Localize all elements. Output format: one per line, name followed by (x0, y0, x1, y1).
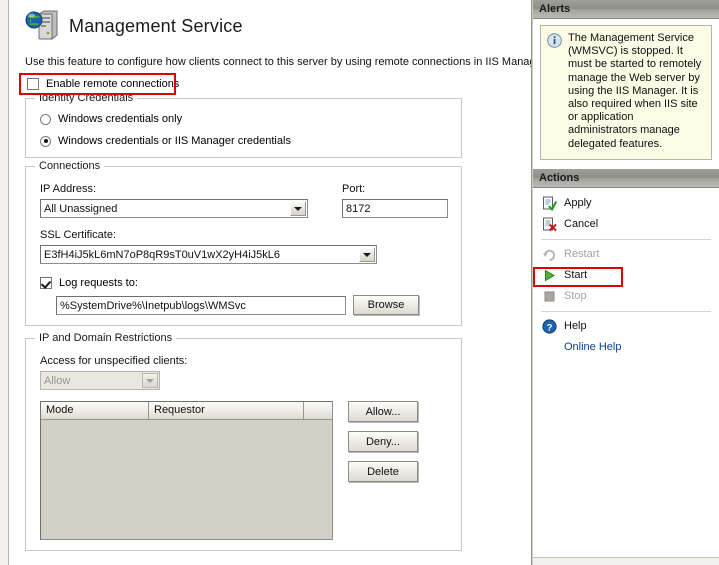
radio-label: Windows credentials or IIS Manager crede… (58, 135, 291, 147)
checkbox-box (40, 277, 52, 289)
access-unspecified-label: Access for unspecified clients: (40, 355, 188, 367)
deny-button[interactable]: Deny... (348, 431, 418, 452)
action-apply[interactable]: Apply (533, 193, 719, 214)
radio-circle (40, 113, 51, 125)
chevron-down-icon[interactable] (142, 373, 158, 388)
alert-message-text: The Management Service (WMSVC) is stoppe… (568, 32, 702, 150)
allow-button-label: Allow... (365, 405, 401, 418)
stop-icon (542, 289, 557, 304)
alert-message-box: The Management Service (WMSVC) is stoppe… (540, 25, 712, 160)
action-restart-label: Restart (564, 248, 600, 261)
action-help[interactable]: ? Help (533, 316, 719, 337)
actions-divider (541, 310, 711, 312)
ssl-certificate-value: E3fH4iJ5kL6mN7oP8qR9sT0uV1wX2yH4iJ5kL6 (44, 248, 281, 261)
log-path-input[interactable]: %SystemDrive%\Inetpub\logs\WMSvc (56, 296, 346, 315)
play-icon (542, 268, 557, 283)
info-icon (547, 33, 562, 48)
ip-address-dropdown[interactable]: All Unassigned (40, 199, 308, 218)
identity-credentials-group: Identity Credentials Windows credentials… (25, 92, 462, 158)
browse-button[interactable]: Browse (353, 295, 419, 315)
cancel-icon (542, 217, 557, 232)
log-requests-label: Log requests to: (59, 277, 138, 289)
checkbox-box (27, 78, 39, 90)
access-unspecified-value: Allow (44, 374, 71, 387)
access-unspecified-dropdown[interactable]: Allow (40, 371, 160, 390)
alerts-header-label: Alerts (539, 3, 571, 15)
ssl-certificate-dropdown[interactable]: E3fH4iJ5kL6mN7oP8qR9sT0uV1wX2yH4iJ5kL6 (40, 245, 377, 264)
delete-button[interactable]: Delete (348, 461, 418, 482)
page-title: Management Service (69, 15, 243, 36)
actions-pane-header: Actions (533, 168, 719, 188)
radio-circle (40, 135, 51, 147)
enable-remote-connections-checkbox[interactable]: Enable remote connections (27, 78, 179, 90)
main-content-pane: Management Service Use this feature to c… (9, 0, 532, 565)
action-stop: Stop (533, 286, 719, 307)
action-restart: Restart (533, 244, 719, 265)
action-online-help-label: Online Help (564, 341, 622, 354)
column-header-blank[interactable] (304, 402, 332, 419)
chevron-down-icon[interactable] (290, 201, 306, 216)
left-edge-strip (0, 0, 9, 565)
deny-button-label: Deny... (365, 435, 401, 448)
column-header-mode[interactable]: Mode (41, 402, 149, 419)
action-help-label: Help (564, 320, 587, 333)
ip-domain-restrictions-group: IP and Domain Restrictions Access for un… (25, 332, 462, 551)
radio-windows-credentials-only[interactable]: Windows credentials only (40, 113, 182, 125)
action-cancel[interactable]: Cancel (533, 214, 719, 235)
table-header-row: Mode Requestor (41, 402, 332, 420)
page-header: Management Service (19, 6, 521, 44)
page-description: Use this feature to configure how client… (25, 56, 532, 68)
apply-icon (542, 196, 558, 212)
chevron-down-icon[interactable] (359, 247, 375, 262)
enable-remote-connections-label: Enable remote connections (46, 78, 180, 90)
log-path-value: %SystemDrive%\Inetpub\logs\WMSvc (60, 299, 246, 312)
log-requests-checkbox[interactable]: Log requests to: (40, 277, 138, 289)
radio-windows-or-iis-manager-credentials[interactable]: Windows credentials or IIS Manager crede… (40, 135, 291, 147)
action-stop-label: Stop (564, 290, 587, 303)
restrictions-table[interactable]: Mode Requestor (40, 401, 333, 540)
allow-button[interactable]: Allow... (348, 401, 418, 422)
connections-group: Connections IP Address: All Unassigned P… (25, 160, 462, 326)
right-pane-bottom-strip (533, 557, 719, 565)
column-header-requestor[interactable]: Requestor (149, 402, 304, 419)
restart-icon (542, 247, 557, 262)
table-body-empty (41, 420, 332, 539)
actions-header-label: Actions (539, 171, 580, 184)
action-apply-label: Apply (564, 197, 592, 210)
action-cancel-label: Cancel (564, 218, 599, 231)
radio-label: Windows credentials only (58, 113, 183, 125)
actions-divider (541, 238, 711, 240)
svg-text:?: ? (547, 322, 553, 333)
action-start-label: Start (564, 269, 588, 282)
port-label: Port: (342, 183, 366, 195)
right-side-pane: Alerts The Management Service (WMSVC) is… (532, 0, 719, 565)
action-online-help[interactable]: Online Help (533, 337, 719, 358)
alerts-pane-header: Alerts (533, 0, 719, 19)
help-icon: ? (542, 319, 557, 334)
delete-button-label: Delete (367, 465, 399, 478)
action-start[interactable]: Start (533, 265, 719, 286)
port-input[interactable]: 8172 (342, 199, 448, 218)
browse-button-label: Browse (367, 299, 405, 311)
port-value: 8172 (346, 202, 371, 215)
ip-address-value: All Unassigned (44, 202, 118, 215)
ip-address-label: IP Address: (40, 183, 97, 195)
server-globe-icon (25, 10, 59, 42)
ssl-certificate-label: SSL Certificate: (40, 229, 117, 241)
actions-list: Apply Cancel Restart Start Stop ? Help O… (533, 188, 719, 358)
window-root: Management Service Use this feature to c… (0, 0, 719, 565)
